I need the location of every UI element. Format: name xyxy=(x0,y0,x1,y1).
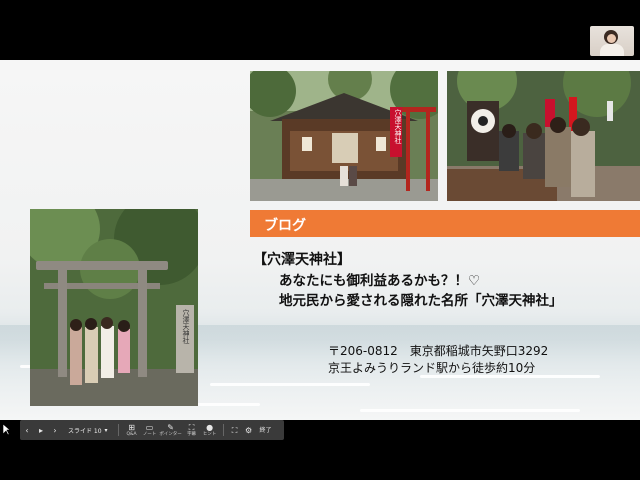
slide-select[interactable]: スライド 10 ▾ xyxy=(64,423,112,437)
chevron-down-icon: ▾ xyxy=(104,426,108,434)
presenter-toolbar: ‹ ▸ › スライド 10 ▾ ⊞ Q&A ▭ ノート ✎ ポインター ⛶ 字幕… xyxy=(20,420,284,440)
settings-button[interactable]: ⚙ xyxy=(242,420,256,440)
next-icon: › xyxy=(53,425,57,435)
shrine-hall-illustration xyxy=(250,71,438,201)
stone-marker-text: 穴澤天神社 xyxy=(182,309,190,344)
toolbar-divider xyxy=(117,424,119,436)
tagline-line-1: あなたにも御利益あるかも？！♡ xyxy=(279,273,481,289)
qa-button[interactable]: ⊞ Q&A xyxy=(123,420,141,440)
participant-body xyxy=(600,44,624,56)
tagline-line-2: 地元民から愛される隠れた名所「穴澤天神社」 xyxy=(279,293,563,309)
torii-illustration xyxy=(30,209,198,406)
hint-button[interactable]: ● ヒント xyxy=(201,420,219,440)
shrine-hall-photo: 穴澤天神社 xyxy=(250,71,438,201)
top-black-bar xyxy=(0,0,640,60)
end-label: 終了 xyxy=(259,426,272,434)
end-button[interactable]: 終了 xyxy=(256,420,276,440)
play-icon: ▸ xyxy=(38,425,43,435)
hint-label: ヒント xyxy=(202,431,217,437)
captions-button[interactable]: ⛶ 字幕 xyxy=(183,420,201,440)
captions-label: 字幕 xyxy=(187,431,197,437)
cursor-icon xyxy=(3,424,11,436)
captions-icon: ⛶ xyxy=(188,422,195,432)
shrine-banner-sign: 穴澤天神社 xyxy=(394,109,402,144)
settings-icon: ⚙ xyxy=(244,425,253,435)
slide-select-label: スライド 10 xyxy=(68,427,102,435)
shrine-name-heading: 【穴澤天神社】 xyxy=(253,252,351,268)
address-text: 〒206-0812 東京都稲城市矢野口3292 xyxy=(328,344,549,358)
praying-visitors-photo xyxy=(447,71,640,201)
notes-label: ノート xyxy=(142,431,157,437)
qa-icon: ⊞ xyxy=(128,422,135,432)
pointer-icon: ✎ xyxy=(167,422,174,432)
previous-icon: ‹ xyxy=(25,425,29,435)
next-button[interactable]: › xyxy=(48,420,62,440)
fullscreen-icon: ⛶ xyxy=(231,425,238,435)
play-button[interactable]: ▸ xyxy=(34,420,48,440)
pointer-label: ポインター xyxy=(159,431,182,437)
participant-video-tile[interactable] xyxy=(590,26,634,56)
qa-label: Q&A xyxy=(126,431,137,437)
banner-title: ブログ xyxy=(264,218,306,234)
access-text: 京王よみうりランド駅から徒歩約10分 xyxy=(328,361,536,375)
participant-face xyxy=(607,34,616,43)
notes-icon: ▭ xyxy=(145,422,154,432)
hint-icon: ● xyxy=(206,422,214,432)
notes-button[interactable]: ▭ ノート xyxy=(141,420,159,440)
presentation-slide: 穴澤天神社 穴澤天神社 ブログ 【穴澤天神社】 あなたにも御利益あるかも？！♡ … xyxy=(0,60,640,420)
visitors-illustration xyxy=(447,71,640,201)
pointer-button[interactable]: ✎ ポインター xyxy=(159,420,183,440)
fullscreen-button[interactable]: ⛶ xyxy=(228,420,242,440)
previous-button[interactable]: ‹ xyxy=(20,420,34,440)
toolbar-divider xyxy=(222,424,224,436)
blog-banner: ブログ xyxy=(250,210,640,237)
torii-gate-photo: 穴澤天神社 xyxy=(30,209,198,406)
